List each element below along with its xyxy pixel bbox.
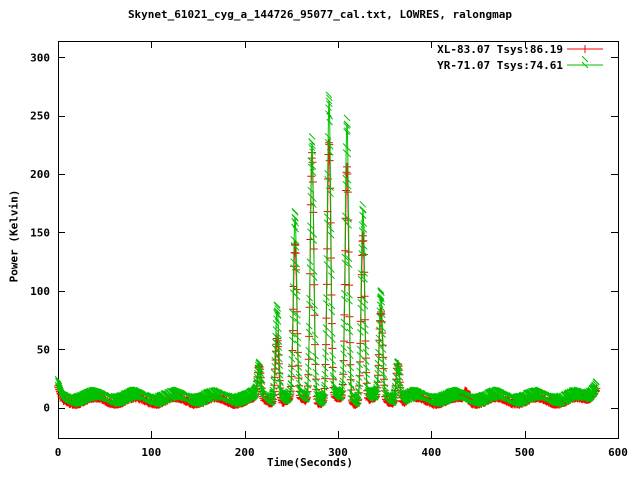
plot-border (58, 41, 619, 439)
legend-label-xl: XL-83.07 Tsys:86.19 (437, 43, 563, 56)
x-tick-label: 400 (421, 446, 441, 459)
y-tick-label: 50 (37, 343, 50, 356)
gnuplot-figure: 0 100 200 300 400 500 600 0 50 100 150 200 250 300 Sk… (0, 0, 640, 480)
y-tick-label: 100 (30, 285, 50, 298)
y-axis-label: Power (Kelvin) (7, 189, 21, 283)
y-tick-label: 200 (30, 168, 50, 181)
axis-ticks (58, 41, 619, 438)
x-tick-label: 600 (608, 446, 628, 459)
plot-canvas: 0 100 200 300 400 500 600050100150200250300 (30, 41, 628, 459)
series-line-yr (57, 100, 597, 407)
x-axis-label: Time(Seconds) (266, 456, 354, 469)
y-tick-label: 0 (43, 402, 50, 415)
legend-label-yr: YR-71.07 Tsys:74.61 (437, 59, 563, 72)
legend-sample-yr (567, 55, 603, 69)
y-tick-label: 250 (30, 110, 50, 123)
chart-title: Skynet_61021_cyg_a_144726_95077_cal.txt,… (127, 8, 513, 21)
x-tick-label: 200 (235, 446, 255, 459)
legend-sample-xl (567, 45, 603, 53)
y-tick-label: 150 (30, 226, 50, 239)
y-tick-label: 300 (30, 51, 50, 64)
x-tick-label: 500 (515, 446, 535, 459)
x-tick-label: 0 (55, 446, 62, 459)
x-tick-label: 100 (141, 446, 161, 459)
